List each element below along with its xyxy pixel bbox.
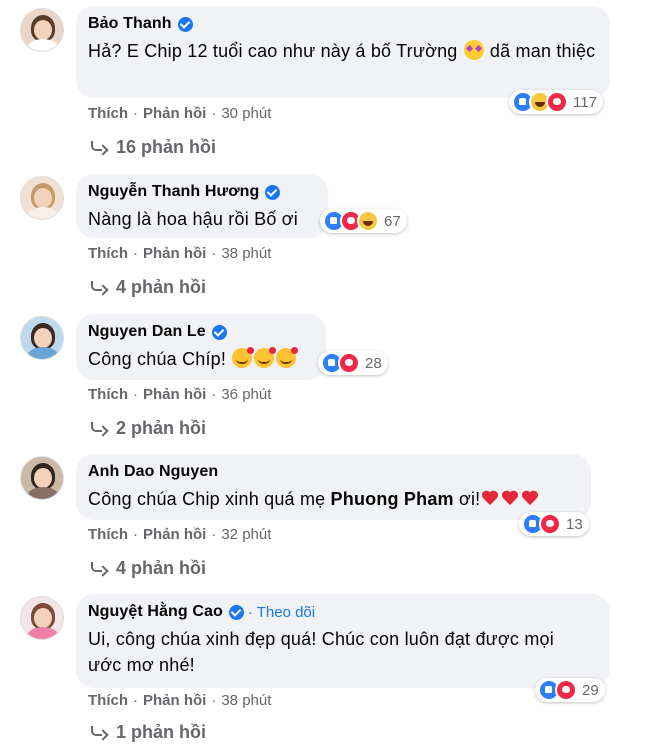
haha-reaction-icon: [357, 210, 379, 232]
comment-actions: Thích · Phản hồi · 38 phút: [88, 245, 272, 262]
view-replies[interactable]: 4 phản hồi: [90, 558, 206, 579]
avatar[interactable]: [20, 596, 64, 640]
like-action[interactable]: Thích: [88, 245, 128, 262]
love-reaction-icon: [539, 513, 561, 535]
reaction-count: 13: [566, 515, 583, 533]
reply-action[interactable]: Phản hồi: [143, 692, 206, 709]
reaction-summary[interactable]: 28: [318, 351, 388, 375]
reaction-count: 117: [573, 93, 597, 111]
reply-arrow-icon: [90, 725, 106, 740]
comment-text: Công chúa Chíp!: [88, 346, 314, 372]
timestamp[interactable]: 32 phút: [221, 526, 271, 543]
comment-bubble: Nguyệt Hằng Cao · Theo dõi Ui, công chúa…: [76, 594, 610, 688]
comment-actions: Thích · Phản hồi · 30 phút: [88, 105, 272, 122]
timestamp[interactable]: 30 phút: [221, 105, 271, 122]
replies-count: 4 phản hồi: [116, 558, 206, 578]
commenter-name[interactable]: Anh Dao Nguyen: [88, 463, 218, 481]
red-heart-emoji: [502, 491, 518, 507]
timestamp[interactable]: 36 phút: [221, 386, 271, 403]
reaction-summary[interactable]: 67: [320, 209, 407, 233]
smiling-face-with-hearts-emoji: [254, 347, 277, 368]
view-replies[interactable]: 16 phản hồi: [90, 137, 216, 158]
like-action[interactable]: Thích: [88, 526, 128, 543]
smiling-face-with-hearts-emoji: [232, 347, 255, 368]
comment-actions: Thích · Phản hồi · 36 phút: [88, 386, 272, 403]
follow-link[interactable]: · Theo dõi: [248, 604, 315, 621]
like-action[interactable]: Thích: [88, 105, 128, 122]
verified-badge-icon: [211, 324, 227, 340]
reply-action[interactable]: Phản hồi: [143, 386, 206, 403]
like-action[interactable]: Thích: [88, 386, 128, 403]
star-struck-emoji: [463, 40, 484, 60]
comment-text: Nàng là hoa hậu rồi Bố ơi: [88, 209, 298, 229]
commenter-name[interactable]: Nguyệt Hằng Cao: [88, 603, 223, 621]
replies-count: 2 phản hồi: [116, 418, 206, 438]
comment-text: Ui, công chúa xinh đẹp quá! Chúc con luô…: [88, 629, 554, 675]
smiling-face-with-hearts-emoji: [276, 347, 299, 368]
love-reaction-icon: [338, 352, 360, 374]
commenter-name[interactable]: Nguyễn Thanh Hương: [88, 183, 259, 201]
reply-arrow-icon: [90, 140, 106, 155]
comment-text: Hả? E Chip 12 tuổi cao như này á bố Trườ…: [88, 40, 596, 61]
reply-action[interactable]: Phản hồi: [143, 105, 206, 122]
love-reaction-icon: [546, 91, 568, 113]
love-reaction-icon: [555, 679, 577, 701]
commenter-name[interactable]: Bảo Thanh: [88, 15, 172, 33]
avatar[interactable]: [20, 176, 64, 220]
reply-arrow-icon: [90, 280, 106, 295]
reaction-summary[interactable]: 29: [535, 678, 605, 702]
replies-count: 4 phản hồi: [116, 277, 206, 297]
avatar[interactable]: [20, 456, 64, 500]
comment-actions: Thích · Phản hồi · 32 phút: [88, 526, 272, 543]
view-replies[interactable]: 4 phản hồi: [90, 277, 206, 298]
comment-bubble: Nguyen Dan Le Công chúa Chíp!: [76, 314, 326, 380]
reply-arrow-icon: [90, 421, 106, 436]
comment-bubble: Nguyễn Thanh Hương Nàng là hoa hậu rồi B…: [76, 174, 328, 238]
reaction-count: 28: [365, 354, 382, 372]
comment-bubble: Bảo Thanh Hả? E Chip 12 tuổi cao như này…: [76, 6, 610, 98]
view-replies[interactable]: 2 phản hồi: [90, 418, 206, 439]
reaction-summary[interactable]: 117: [509, 90, 603, 114]
avatar[interactable]: [20, 316, 64, 360]
reaction-summary[interactable]: 13: [519, 512, 589, 536]
reply-arrow-icon: [90, 561, 106, 576]
red-heart-emoji: [522, 491, 538, 507]
verified-badge-icon: [228, 604, 244, 620]
verified-badge-icon: [265, 184, 281, 200]
reply-action[interactable]: Phản hồi: [143, 245, 206, 262]
view-replies[interactable]: 1 phản hồi: [90, 722, 206, 743]
mention-link[interactable]: Phuong Pham: [331, 489, 454, 509]
replies-count: 16 phản hồi: [116, 137, 217, 157]
timestamp[interactable]: 38 phút: [221, 692, 271, 709]
reaction-count: 67: [384, 212, 401, 230]
reply-action[interactable]: Phản hồi: [143, 526, 206, 543]
comment-text: Công chúa Chip xinh quá mẹ Phuong Pham ơ…: [88, 486, 579, 512]
red-heart-emoji: [482, 491, 498, 507]
verified-badge-icon: [177, 16, 193, 32]
comment-actions: Thích · Phản hồi · 38 phút: [88, 692, 272, 709]
timestamp[interactable]: 38 phút: [221, 245, 271, 262]
commenter-name[interactable]: Nguyen Dan Le: [88, 323, 206, 341]
comment-bubble: Anh Dao Nguyen Công chúa Chip xinh quá m…: [76, 454, 591, 520]
reaction-count: 29: [582, 681, 599, 699]
like-action[interactable]: Thích: [88, 692, 128, 709]
replies-count: 1 phản hồi: [116, 722, 206, 742]
avatar[interactable]: [20, 8, 64, 52]
